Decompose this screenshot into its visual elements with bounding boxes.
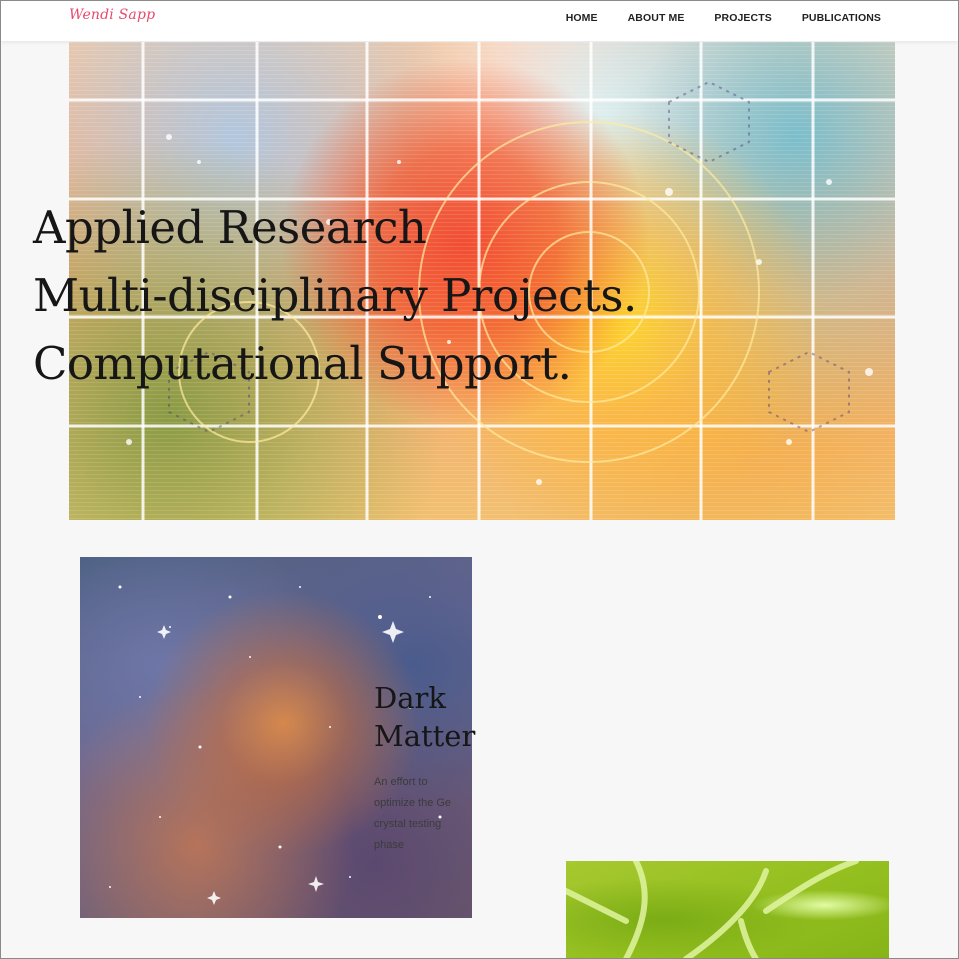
- site-logo[interactable]: Wendi Sapp: [69, 7, 155, 23]
- hero-line-3: Computational Support.: [33, 337, 572, 390]
- project-title-line-2: Matter: [374, 719, 476, 753]
- nav-projects[interactable]: PROJECTS: [714, 12, 771, 24]
- project-title-line-1: Dark: [374, 681, 446, 715]
- nav-home[interactable]: HOME: [566, 12, 598, 24]
- project-title-dark-matter[interactable]: Dark Matter: [374, 679, 504, 755]
- project-description-dark-matter: An effort to optimize the Ge crystal tes…: [374, 776, 452, 851]
- leaf-veins: [566, 861, 859, 959]
- nav-about-me[interactable]: ABOUT ME: [628, 12, 685, 24]
- project-card-image-leaf[interactable]: [566, 861, 889, 959]
- hero-line-2: Multi-disciplinary Projects.: [33, 269, 637, 322]
- hero-heading: Applied Research Multi-disciplinary Proj…: [33, 194, 637, 398]
- main-nav: HOME ABOUT ME PROJECTS PUBLICATIONS: [536, 12, 881, 24]
- site-header: Wendi Sapp HOME ABOUT ME PROJECTS PUBLIC…: [1, 1, 958, 41]
- hero-line-1: Applied Research: [33, 201, 427, 254]
- nav-publications[interactable]: PUBLICATIONS: [802, 12, 881, 24]
